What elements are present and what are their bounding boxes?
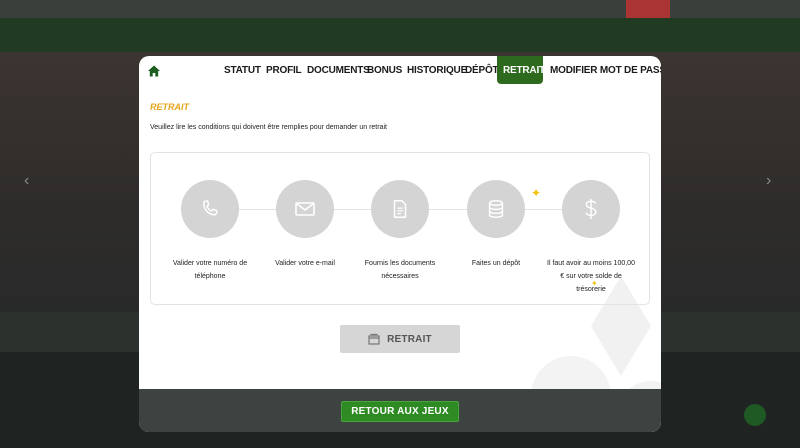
tab-profil[interactable]: PROFIL xyxy=(266,56,302,84)
dollar-icon xyxy=(585,198,597,220)
tab-statut[interactable]: STATUT xyxy=(224,56,261,84)
background-next-arrow-icon: › xyxy=(766,172,772,189)
envelope-icon xyxy=(295,202,315,216)
background-topbar xyxy=(0,0,800,18)
step-deposit-label: Faites un dépôt xyxy=(471,260,521,267)
step-phone: Valider votre numéro de téléphone xyxy=(162,180,258,283)
tab-historique[interactable]: HISTORIQUE xyxy=(407,56,467,84)
intro-text: Veuillez lire les conditions qui doivent… xyxy=(150,124,387,131)
page-title: RETRAIT xyxy=(150,102,189,112)
sparkle-icon: ✦ xyxy=(531,186,542,200)
tab-modifier-mot-de-passe[interactable]: MODIFIER MOT DE PASSE xyxy=(550,56,661,84)
step-email: Valider votre e-mail xyxy=(257,180,353,270)
return-to-games-button[interactable]: RETOUR AUX JEUX xyxy=(341,401,459,422)
background-nav xyxy=(0,18,800,52)
database-icon xyxy=(488,200,504,218)
tab-documents[interactable]: DOCUMENTS xyxy=(307,56,370,84)
home-icon[interactable] xyxy=(147,64,161,78)
account-modal: STATUT PROFIL DOCUMENTS BONUS HISTORIQUE… xyxy=(139,56,661,432)
step-deposit: Faites un dépôt xyxy=(448,180,544,270)
tab-depot[interactable]: DÉPÔT xyxy=(465,56,499,84)
document-icon xyxy=(393,200,407,218)
retrait-button-label: RETRAIT xyxy=(387,333,432,345)
step-balance-label: Il faut avoir au moins 100,00 € sur votr… xyxy=(547,260,635,293)
retrait-button[interactable]: RETRAIT xyxy=(340,325,460,353)
sparkle-icon: ✦ xyxy=(591,279,598,288)
requirements-panel: Valider votre numéro de téléphone Valide… xyxy=(150,152,650,305)
wallet-icon xyxy=(368,333,380,345)
tab-bonus[interactable]: BONUS xyxy=(367,56,402,84)
chat-bubble-icon[interactable] xyxy=(744,404,766,426)
step-phone-label: Valider votre numéro de téléphone xyxy=(172,260,248,280)
step-documents-label: Fournis les documents nécessaires xyxy=(364,260,436,280)
tab-retrait[interactable]: RETRAIT xyxy=(497,56,545,84)
background-login-button xyxy=(626,0,670,18)
step-documents: Fournis les documents nécessaires xyxy=(352,180,448,283)
phone-icon xyxy=(203,200,218,216)
background-prev-arrow-icon: ‹ xyxy=(24,172,30,189)
modal-footer: RETOUR AUX JEUX xyxy=(139,389,661,432)
step-email-label: Valider votre e-mail xyxy=(275,260,335,267)
modal-tabs: STATUT PROFIL DOCUMENTS BONUS HISTORIQUE… xyxy=(139,56,661,85)
